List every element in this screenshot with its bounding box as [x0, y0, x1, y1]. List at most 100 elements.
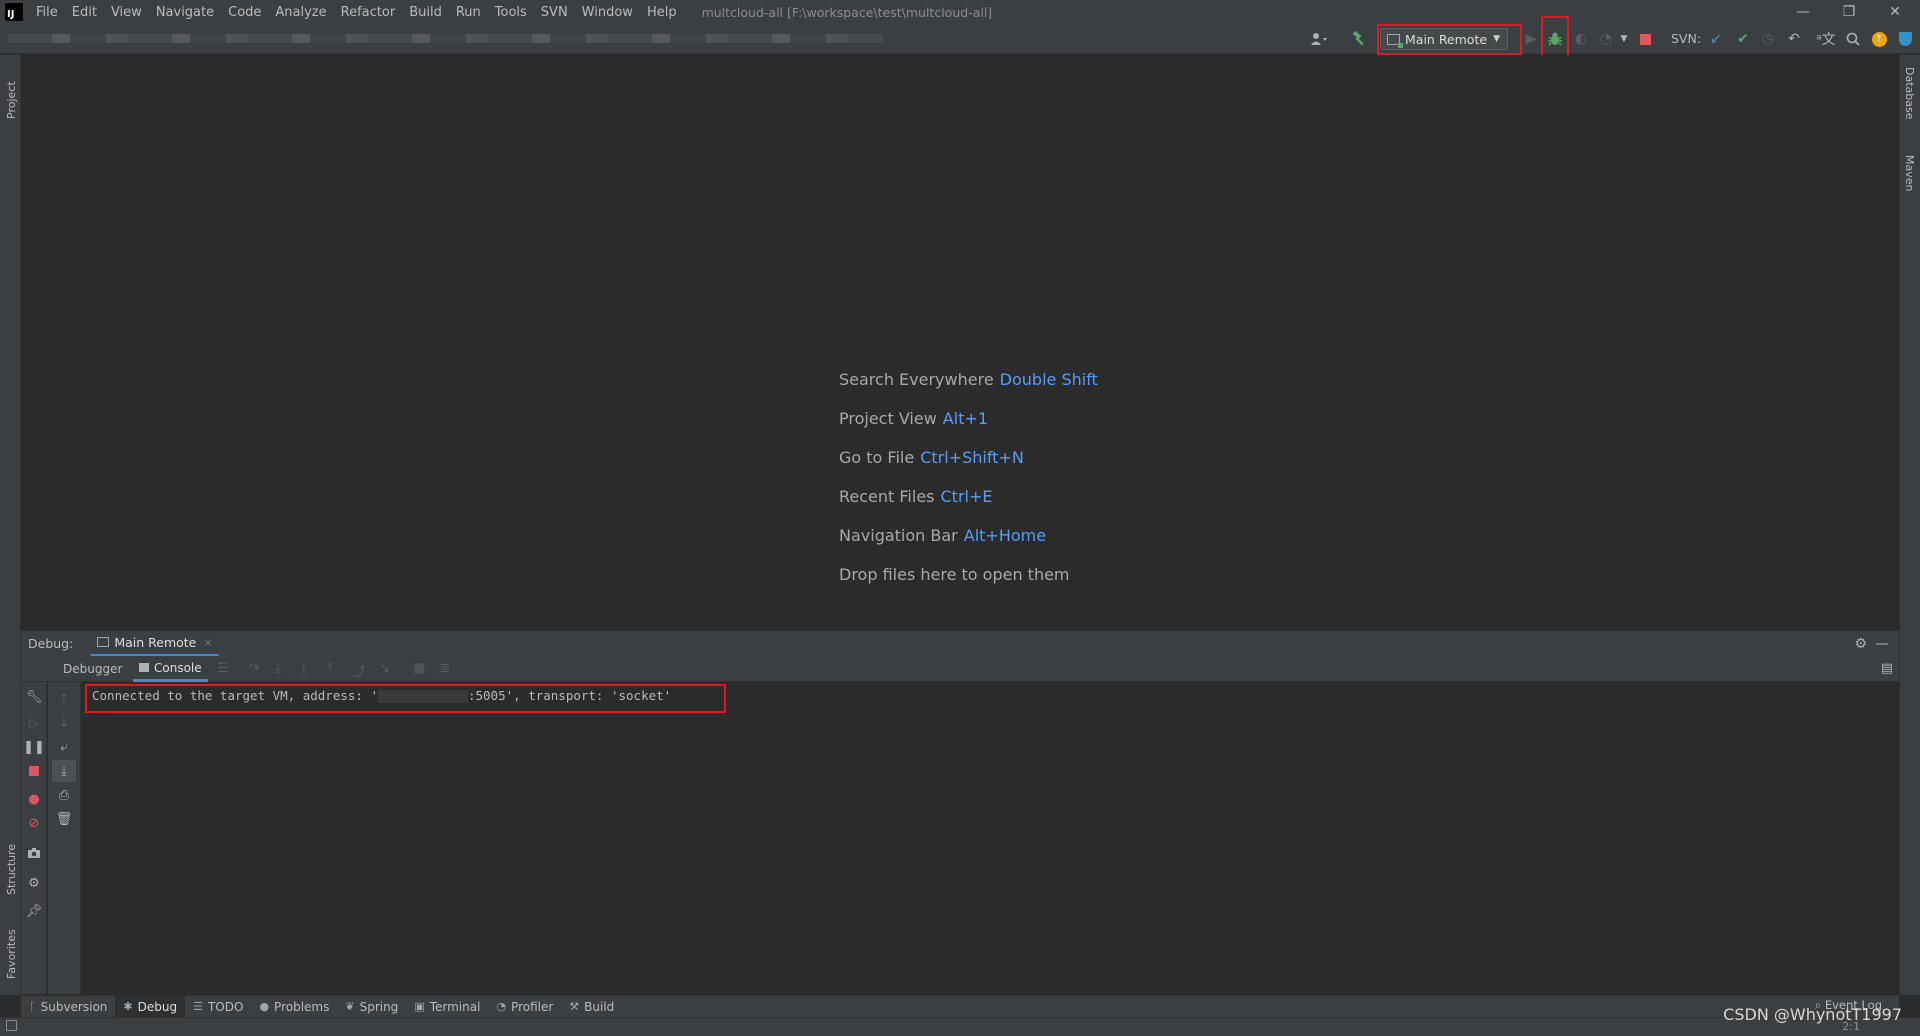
- menu-edit[interactable]: Edit: [65, 5, 104, 20]
- layout-settings-icon[interactable]: ▤: [1881, 661, 1893, 676]
- tab-label: TODO: [207, 999, 244, 1014]
- view-breakpoints-icon[interactable]: ●: [21, 788, 47, 810]
- menu-help[interactable]: Help: [640, 5, 684, 20]
- structure-tool-button[interactable]: Structure: [5, 844, 18, 895]
- run-to-cursor-icon[interactable]: ↘: [379, 661, 390, 676]
- right-tool-stripe: Database Maven: [1899, 55, 1920, 995]
- debug-title: Debug:: [28, 636, 74, 651]
- close-window-button[interactable]: ✕: [1872, 0, 1918, 24]
- gear-icon[interactable]: ⚙: [1854, 636, 1867, 652]
- step-over-icon[interactable]: ↷: [249, 661, 260, 676]
- database-tool-button[interactable]: Database: [1903, 67, 1916, 120]
- menu-analyze[interactable]: Analyze: [268, 5, 333, 20]
- tab-debug[interactable]: ✱ Debug: [115, 995, 186, 1018]
- menu-view[interactable]: View: [104, 5, 149, 20]
- highlight-debug-button: [1541, 16, 1569, 60]
- menu-build[interactable]: Build: [402, 5, 449, 20]
- stop-icon[interactable]: [1634, 28, 1656, 50]
- debug-session-tab[interactable]: Main Remote ×: [91, 631, 219, 657]
- hint-label: Search Everywhere: [839, 370, 994, 389]
- csdn-watermark: CSDN @WhynotT1997: [1723, 1005, 1902, 1024]
- tab-debugger[interactable]: Debugger: [57, 656, 128, 682]
- menu-svn[interactable]: SVN: [534, 5, 575, 20]
- debug-actions-toolbar: ⟳ 🔧︎ ▷ ❚❚ ● ⊘ ⚙ 📌︎: [21, 656, 47, 994]
- tab-problems[interactable]: ● Problems: [251, 996, 337, 1018]
- trace-icon[interactable]: ≣: [439, 661, 450, 676]
- print-icon[interactable]: ⎙: [52, 784, 76, 806]
- hint-shortcut: Alt+Home: [963, 526, 1047, 545]
- mute-breakpoints-icon[interactable]: ⊘: [21, 812, 47, 834]
- translate-icon[interactable]: ᵃ文: [1815, 28, 1837, 50]
- info-icon: ●: [259, 1000, 270, 1013]
- step-into-icon[interactable]: ⤓: [275, 661, 281, 676]
- resume-icon[interactable]: ▷: [21, 712, 47, 734]
- tab-profiler[interactable]: ◔ Profiler: [488, 996, 561, 1018]
- build-hammer-icon[interactable]: [1348, 28, 1370, 50]
- console-output[interactable]: Connected to the target VM, address: ':5…: [82, 683, 1899, 994]
- bug-icon: ✱: [123, 1000, 133, 1013]
- trash-icon[interactable]: 🗑︎: [52, 808, 76, 830]
- close-tab-icon[interactable]: ×: [203, 636, 212, 649]
- menu-file[interactable]: File: [29, 5, 65, 20]
- tab-build[interactable]: ⚒ Build: [561, 996, 622, 1018]
- svn-update-icon[interactable]: ↙: [1705, 28, 1727, 50]
- soft-wrap-icon[interactable]: ⤶: [52, 736, 76, 758]
- user-account-icon[interactable]: [1308, 28, 1330, 50]
- tab-label: Debug: [137, 999, 178, 1014]
- scroll-to-end-icon[interactable]: ⤓: [52, 760, 76, 782]
- tab-label: Debugger: [63, 662, 123, 676]
- tab-subversion[interactable]: ᚴ Subversion: [21, 996, 115, 1018]
- main-toolbar: Main Remote ▼ ▶ ◐ ◔ ▼ SVN: ↙ ✔ ◷ ↶ ᵃ文 ↑: [0, 16, 1920, 60]
- coverage-icon[interactable]: ◐: [1570, 28, 1592, 50]
- update-available-icon[interactable]: ↑: [1868, 28, 1890, 50]
- favorites-tool-button[interactable]: Favorites: [5, 929, 18, 979]
- menu-code[interactable]: Code: [221, 5, 268, 20]
- menu-navigate[interactable]: Navigate: [149, 5, 221, 20]
- profiler-icon: ◔: [496, 1000, 507, 1013]
- tab-label: Console: [154, 660, 202, 675]
- pin-icon[interactable]: 📌︎: [21, 900, 47, 922]
- camera-icon[interactable]: [21, 842, 47, 864]
- navigation-breadcrumb-redacted: [8, 34, 883, 43]
- step-out-icon[interactable]: ⤒: [327, 661, 333, 676]
- svn-revert-icon[interactable]: ↶: [1783, 28, 1805, 50]
- gear-icon[interactable]: ⚙: [21, 872, 47, 894]
- maven-tool-button[interactable]: Maven: [1903, 155, 1916, 191]
- minimize-button[interactable]: —: [1780, 0, 1826, 24]
- menu-bar: IJ File Edit View Navigate Code Analyze …: [0, 0, 1920, 24]
- project-tool-button[interactable]: Project: [5, 81, 18, 119]
- editor-empty-area: Search Everywhere Double Shift Project Vi…: [21, 55, 1899, 629]
- hint-label: Recent Files: [839, 487, 935, 506]
- settings-wrench-icon[interactable]: 🔧︎: [21, 686, 47, 708]
- tab-todo[interactable]: ☰ TODO: [185, 996, 251, 1018]
- tab-console[interactable]: Console: [133, 656, 208, 682]
- menu-window[interactable]: Window: [575, 5, 640, 20]
- up-arrow-icon[interactable]: ↑: [52, 688, 76, 710]
- evaluate-expression-icon[interactable]: ▦: [413, 661, 425, 676]
- menu-tools[interactable]: Tools: [488, 5, 534, 20]
- drop-frame-icon[interactable]: ⤴: [353, 661, 366, 680]
- down-arrow-icon[interactable]: ↓: [52, 712, 76, 734]
- restore-button[interactable]: ❐: [1826, 0, 1872, 24]
- svn-history-icon[interactable]: ◷: [1757, 28, 1779, 50]
- hammer-icon: ⚒: [569, 1000, 580, 1013]
- tab-terminal[interactable]: ▣ Terminal: [406, 996, 488, 1018]
- frames-list-icon[interactable]: ☰: [217, 661, 229, 676]
- console-actions-toolbar: ↑ ↓ ⤶ ⤓ ⎙ 🗑︎: [48, 682, 81, 994]
- run-icon[interactable]: ▶: [1520, 28, 1542, 50]
- hide-panel-icon[interactable]: —: [1875, 636, 1889, 652]
- tab-label: Problems: [274, 999, 330, 1014]
- tab-spring[interactable]: ❦ Spring: [337, 996, 406, 1018]
- menu-refactor[interactable]: Refactor: [334, 5, 403, 20]
- search-icon[interactable]: [1842, 28, 1864, 50]
- force-step-into-icon[interactable]: ⤓: [301, 661, 307, 676]
- pause-icon[interactable]: ❚❚: [21, 736, 47, 758]
- more-run-chevron-icon[interactable]: ▼: [1613, 28, 1635, 50]
- svn-commit-icon[interactable]: ✔: [1732, 28, 1754, 50]
- stop-icon[interactable]: [21, 760, 47, 782]
- toggle-tool-windows-icon[interactable]: [6, 1020, 17, 1031]
- hint-project-view: Project View Alt+1: [839, 409, 988, 428]
- menu-run[interactable]: Run: [449, 5, 488, 20]
- highlight-console-line: [85, 684, 726, 713]
- plugin-shield-icon[interactable]: [1894, 28, 1916, 50]
